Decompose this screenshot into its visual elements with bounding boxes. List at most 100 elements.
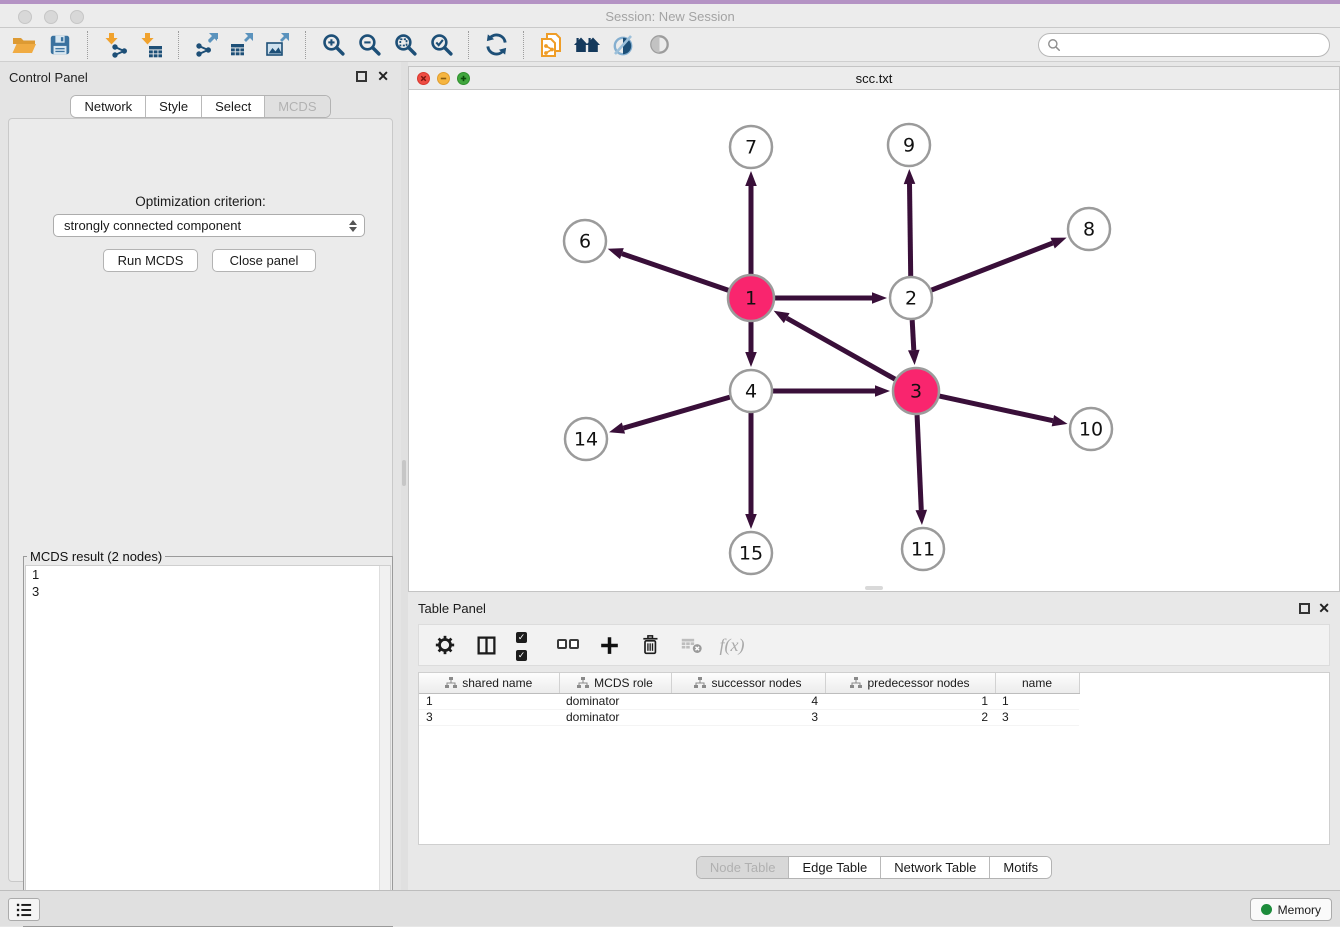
window-title: Session: New Session [0, 9, 1340, 24]
table-row[interactable]: 1dominator411 [419, 693, 1079, 709]
graph-arrowhead [875, 385, 890, 397]
show-all-networks-button[interactable] [569, 30, 605, 60]
tab-network[interactable]: Network [71, 96, 146, 117]
zoom-fit-button[interactable] [387, 30, 423, 60]
panel-splitter[interactable] [401, 62, 408, 890]
table-row[interactable]: 3dominator323 [419, 709, 1079, 725]
close-table-panel-icon[interactable]: ✕ [1318, 600, 1330, 616]
zoom-in-icon [321, 32, 346, 57]
graph-edge-3-10[interactable] [939, 396, 1052, 421]
graph-arrowhead [908, 350, 920, 365]
graph-edge-2-3[interactable] [912, 320, 914, 350]
zoom-selected-button[interactable] [423, 30, 459, 60]
close-panel-button[interactable]: Close panel [212, 249, 316, 272]
import-table-button[interactable] [133, 30, 169, 60]
graph-node-label: 6 [579, 231, 591, 253]
export-network-button[interactable] [188, 30, 224, 60]
graph-edge-2-8[interactable] [932, 243, 1053, 290]
table-cell[interactable]: 2 [825, 709, 995, 725]
table-cell[interactable]: 4 [671, 693, 825, 709]
titlebar: Session: New Session [0, 0, 1340, 28]
float-table-panel-icon[interactable] [1299, 603, 1310, 614]
network-table-splitter[interactable] [865, 586, 883, 590]
graph-node-label: 11 [911, 539, 935, 561]
table-toolbar: ✓✓ f(x) [418, 624, 1330, 666]
column-header-predecessor-nodes[interactable]: predecessor nodes [825, 673, 995, 693]
table-panel: Table Panel ✕ ✓✓ f(x) [408, 594, 1340, 890]
refresh-layout-button[interactable] [478, 30, 514, 60]
network-titlebar: scc.txt [409, 67, 1339, 90]
run-mcds-button[interactable]: Run MCDS [103, 249, 198, 272]
list-icon [15, 902, 33, 918]
import-table-icon [138, 32, 164, 58]
float-panel-icon[interactable] [356, 71, 367, 82]
memory-button[interactable]: Memory [1250, 898, 1332, 921]
columns-icon [476, 635, 497, 656]
tab-network-table[interactable]: Network Table [881, 857, 990, 878]
table-cell[interactable]: dominator [559, 709, 671, 725]
show-panels-button[interactable] [8, 898, 40, 921]
network-canvas[interactable]: 7968124314101511 [409, 90, 1339, 591]
function-builder-button[interactable]: f(x) [720, 633, 744, 657]
graph-edge-3-11[interactable] [917, 415, 921, 510]
export-image-icon [265, 32, 291, 58]
table-cell[interactable]: 1 [825, 693, 995, 709]
control-panel-tabs: Network Style Select MCDS [0, 95, 401, 118]
table-cell[interactable]: dominator [559, 693, 671, 709]
column-header-successor-nodes[interactable]: successor nodes [671, 673, 825, 693]
graph-arrowhead [774, 311, 790, 323]
tab-mcds[interactable]: MCDS [265, 96, 329, 117]
graph-arrowhead [872, 292, 887, 304]
graph-edge-2-9[interactable] [910, 184, 911, 276]
duplicate-network-button[interactable] [533, 30, 569, 60]
import-network-button[interactable] [97, 30, 133, 60]
hide-network-button[interactable] [605, 30, 641, 60]
table-cell[interactable]: 1 [995, 693, 1079, 709]
export-image-button[interactable] [260, 30, 296, 60]
birdseye-view-button[interactable] [641, 30, 677, 60]
toolbar-separator [178, 31, 179, 59]
open-session-button[interactable] [6, 30, 42, 60]
table-cell[interactable]: 3 [419, 709, 559, 725]
graph-node-label: 3 [910, 381, 922, 403]
select-all-button[interactable]: ✓✓ [515, 633, 539, 657]
save-session-button[interactable] [42, 30, 78, 60]
column-header-shared-name[interactable]: shared name [419, 673, 559, 693]
graph-edge-4-14[interactable] [623, 397, 729, 428]
zoom-out-button[interactable] [351, 30, 387, 60]
delete-column-button[interactable] [638, 633, 662, 657]
close-panel-icon[interactable]: ✕ [377, 68, 389, 84]
result-scrollbar[interactable] [379, 566, 390, 924]
column-header-mcds-role[interactable]: MCDS role [559, 673, 671, 693]
tab-motifs[interactable]: Motifs [990, 857, 1051, 878]
table-cell[interactable]: 1 [419, 693, 559, 709]
save-icon [48, 33, 72, 57]
table-settings-button[interactable] [433, 633, 457, 657]
graph-edge-1-6[interactable] [622, 254, 728, 291]
tab-select[interactable]: Select [202, 96, 265, 117]
tab-node-table[interactable]: Node Table [697, 857, 790, 878]
show-columns-button[interactable] [474, 633, 498, 657]
search-input[interactable] [1066, 38, 1321, 53]
tab-style[interactable]: Style [146, 96, 202, 117]
gear-icon [434, 634, 456, 656]
delete-table-button[interactable] [679, 633, 703, 657]
deselect-all-button[interactable] [556, 633, 580, 657]
table-header-row: shared name MCDS role successor nodes pr… [419, 673, 1079, 693]
export-table-button[interactable] [224, 30, 260, 60]
column-header-name[interactable]: name [995, 673, 1079, 693]
zoom-in-button[interactable] [315, 30, 351, 60]
graph-node-label: 2 [905, 288, 917, 310]
graph-edge-3-1[interactable] [787, 318, 895, 379]
graph-node-label: 4 [745, 381, 757, 403]
criterion-dropdown[interactable]: strongly connected component [53, 214, 365, 237]
mcds-result-area[interactable]: 1 3 [25, 565, 391, 925]
status-bar: Memory [0, 890, 1340, 926]
table-cell[interactable]: 3 [995, 709, 1079, 725]
table-cell[interactable]: 3 [671, 709, 825, 725]
network-title: scc.txt [409, 71, 1339, 86]
mcds-result-legend: MCDS result (2 nodes) [27, 549, 165, 564]
add-column-button[interactable] [597, 633, 621, 657]
delete-table-icon [680, 635, 703, 655]
tab-edge-table[interactable]: Edge Table [789, 857, 881, 878]
